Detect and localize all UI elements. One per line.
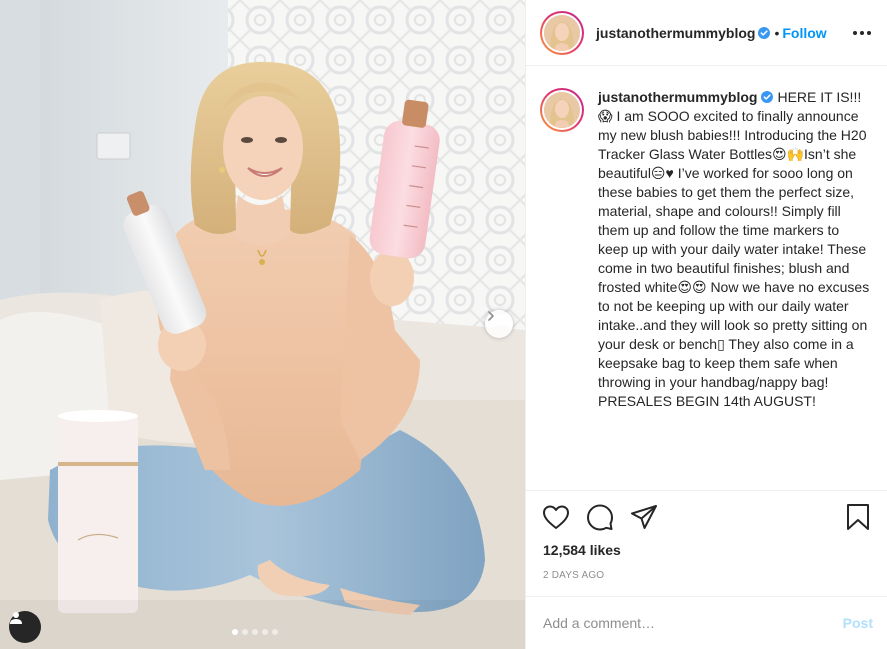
caption-username[interactable]: justanothermummyblog xyxy=(598,89,757,105)
paper-plane-icon xyxy=(631,505,657,529)
carousel-dot xyxy=(262,629,268,635)
more-options-icon[interactable] xyxy=(853,30,871,35)
comment-bubble-icon xyxy=(587,504,613,531)
carousel-dot xyxy=(252,629,258,635)
post-header: justanothermummyblog • Follow xyxy=(526,0,887,66)
bookmark-icon xyxy=(847,504,869,530)
save-button[interactable] xyxy=(843,502,873,532)
post-timestamp[interactable]: 2 DAYS AGO xyxy=(543,570,604,581)
post-image xyxy=(0,0,525,649)
header-avatar[interactable] xyxy=(540,10,584,55)
post-photo[interactable] xyxy=(0,0,525,649)
caption-text: justanothermummyblog HERE IT IS!!!😱 I am … xyxy=(598,88,873,490)
verified-badge-icon xyxy=(758,26,771,39)
carousel-indicator xyxy=(232,629,278,635)
header-username[interactable]: justanothermummyblog xyxy=(596,25,755,41)
likes-count[interactable]: 12,584 likes xyxy=(543,542,621,558)
share-button[interactable] xyxy=(629,502,659,532)
follow-button[interactable]: Follow xyxy=(782,25,826,41)
user-tag-icon xyxy=(10,612,22,624)
caption-body: HERE IT IS!!!😱 I am SOOO excited to fina… xyxy=(598,89,870,409)
tagged-users-button[interactable] xyxy=(9,611,41,643)
like-button[interactable] xyxy=(541,502,571,532)
avatar-image xyxy=(544,92,580,128)
verified-badge-icon xyxy=(761,91,774,103)
post-details-panel: justanothermummyblog • Follow justanothe… xyxy=(525,0,887,649)
post-actions xyxy=(541,502,873,532)
carousel-next-button[interactable] xyxy=(485,310,513,338)
comment-input[interactable] xyxy=(543,615,843,631)
caption-section: justanothermummyblog HERE IT IS!!!😱 I am … xyxy=(526,66,887,491)
carousel-dot-active xyxy=(232,629,238,635)
header-separator: • xyxy=(774,24,780,41)
caption-avatar[interactable] xyxy=(540,88,584,132)
comment-button[interactable] xyxy=(585,502,615,532)
heart-icon xyxy=(543,505,569,529)
carousel-dot xyxy=(272,629,278,635)
carousel-dot xyxy=(242,629,248,635)
post-comment-button[interactable]: Post xyxy=(843,615,873,631)
chevron-right-icon xyxy=(488,311,494,321)
avatar-image xyxy=(544,14,580,51)
comment-bar: Post xyxy=(526,596,887,649)
